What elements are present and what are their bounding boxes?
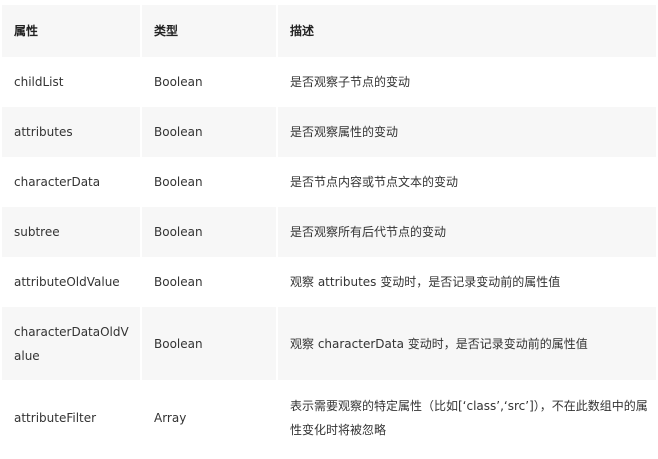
cell-description: 是否观察所有后代节点的变动 <box>278 207 656 257</box>
cell-type: Boolean <box>142 307 278 380</box>
header-type: 类型 <box>142 5 278 57</box>
cell-type: Boolean <box>142 257 278 307</box>
cell-type: Boolean <box>142 207 278 257</box>
table-header-row: 属性 类型 描述 <box>2 5 656 57</box>
table-row: attributeFilter Array 表示需要观察的特定属性（比如[‘cl… <box>2 380 656 456</box>
cell-description: 观察 characterData 变动时，是否记录变动前的属性值 <box>278 307 656 380</box>
header-description: 描述 <box>278 5 656 57</box>
table-row: subtree Boolean 是否观察所有后代节点的变动 <box>2 207 656 257</box>
cell-attribute: attributeOldValue <box>2 257 142 307</box>
cell-description: 是否观察子节点的变动 <box>278 57 656 107</box>
cell-attribute: attributes <box>2 107 142 157</box>
cell-type: Boolean <box>142 107 278 157</box>
cell-description: 观察 attributes 变动时，是否记录变动前的属性值 <box>278 257 656 307</box>
table-row: characterDataOldValue Boolean 观察 charact… <box>2 307 656 380</box>
table-row: childList Boolean 是否观察子节点的变动 <box>2 57 656 107</box>
cell-type: Array <box>142 380 278 456</box>
table-row: characterData Boolean 是否节点内容或节点文本的变动 <box>2 157 656 207</box>
cell-attribute: characterData <box>2 157 142 207</box>
cell-type: Boolean <box>142 157 278 207</box>
cell-attribute: childList <box>2 57 142 107</box>
cell-attribute: attributeFilter <box>2 380 142 456</box>
cell-description: 表示需要观察的特定属性（比如[‘class’,‘src’]），不在此数组中的属性… <box>278 380 656 456</box>
cell-description: 是否节点内容或节点文本的变动 <box>278 157 656 207</box>
table-row: attributes Boolean 是否观察属性的变动 <box>2 107 656 157</box>
cell-attribute: subtree <box>2 207 142 257</box>
cell-attribute: characterDataOldValue <box>2 307 142 380</box>
cell-type: Boolean <box>142 57 278 107</box>
table-row: attributeOldValue Boolean 观察 attributes … <box>2 257 656 307</box>
options-table: 属性 类型 描述 childList Boolean 是否观察子节点的变动 at… <box>2 5 656 456</box>
header-attribute: 属性 <box>2 5 142 57</box>
cell-description: 是否观察属性的变动 <box>278 107 656 157</box>
